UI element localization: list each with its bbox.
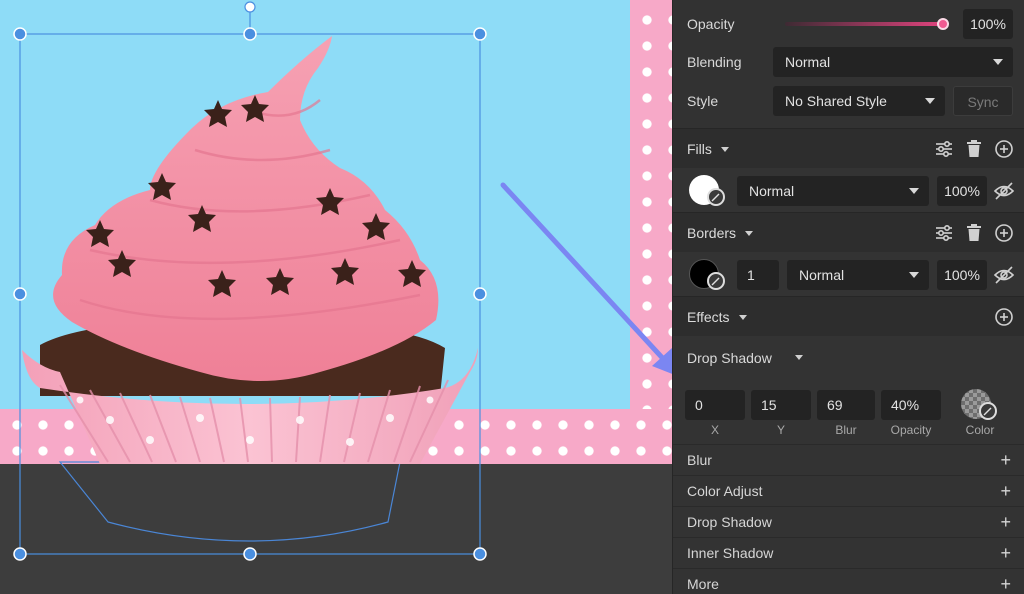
cupcake-image-layer[interactable] <box>0 0 672 594</box>
inspector-panel: Opacity 100% Blending Normal Style No Sh… <box>672 0 1024 594</box>
fill-blend-select[interactable]: Normal <box>737 176 929 206</box>
fill-row: Normal 100% <box>673 168 1024 212</box>
border-opacity-input[interactable]: 100% <box>937 260 987 290</box>
effect-item-color-adjust[interactable]: Color Adjust + <box>673 475 1024 506</box>
plus-icon[interactable]: + <box>1000 544 1011 562</box>
add-circle-icon[interactable] <box>993 138 1015 160</box>
settings-sliders-icon[interactable] <box>933 222 955 244</box>
plus-icon[interactable]: + <box>1000 575 1011 593</box>
eyedropper-icon[interactable] <box>979 402 997 420</box>
borders-title: Borders <box>687 225 737 241</box>
effect-item-inner-shadow[interactable]: Inner Shadow + <box>673 537 1024 568</box>
shared-style-value: No Shared Style <box>785 93 887 109</box>
plus-icon[interactable]: + <box>1000 482 1011 500</box>
resize-handle-right[interactable] <box>473 287 487 301</box>
shadow-x-caption: X <box>710 423 719 437</box>
effect-item-label: Drop Shadow <box>687 514 772 530</box>
resize-handle-left[interactable] <box>13 287 27 301</box>
drop-shadow-title: Drop Shadow <box>687 350 772 366</box>
shadow-x-input[interactable]: 0 <box>685 390 745 420</box>
eye-off-icon[interactable] <box>993 264 1015 286</box>
border-row: 1 Normal 100% <box>673 252 1024 296</box>
fills-title: Fills <box>687 141 712 157</box>
frosting <box>53 36 439 381</box>
shadow-y-input[interactable]: 15 <box>751 390 811 420</box>
settings-sliders-icon[interactable] <box>933 138 955 160</box>
border-width-input[interactable]: 1 <box>737 260 779 290</box>
effect-item-label: Inner Shadow <box>687 545 774 561</box>
drop-shadow-group: Drop Shadow 0 15 69 40% X Y Blur Opacity… <box>673 336 1024 444</box>
resize-handle-top-left[interactable] <box>13 27 27 41</box>
shadow-blur-input[interactable]: 69 <box>817 390 875 420</box>
effects-section-header[interactable]: Effects <box>673 296 1024 336</box>
add-circle-icon[interactable] <box>993 222 1015 244</box>
trash-icon[interactable] <box>963 138 985 160</box>
eye-off-icon[interactable] <box>993 180 1015 202</box>
chevron-down-icon <box>909 188 919 194</box>
add-circle-icon[interactable] <box>993 306 1015 328</box>
chevron-down-icon <box>925 98 935 104</box>
shadow-opacity-caption: Opacity <box>890 423 932 437</box>
resize-handle-top[interactable] <box>243 27 257 41</box>
shadow-blur-caption: Blur <box>835 423 857 437</box>
blending-select[interactable]: Normal <box>773 47 1013 77</box>
trash-icon[interactable] <box>963 222 985 244</box>
style-label: Style <box>687 93 719 109</box>
fill-opacity-input[interactable]: 100% <box>937 176 987 206</box>
border-blend-select[interactable]: Normal <box>787 260 929 290</box>
chevron-down-icon <box>909 272 919 278</box>
resize-handle-top-right[interactable] <box>473 27 487 41</box>
blending-value: Normal <box>785 54 831 70</box>
chevron-down-icon <box>993 59 1003 65</box>
effect-item-label: More <box>687 576 719 592</box>
effect-item-label: Color Adjust <box>687 483 763 499</box>
canvas[interactable] <box>0 0 672 594</box>
border-blend-value: Normal <box>799 267 845 283</box>
effect-item-blur[interactable]: Blur + <box>673 444 1024 475</box>
effect-item-label: Blur <box>687 452 712 468</box>
plus-icon[interactable]: + <box>1000 451 1011 469</box>
chevron-down-icon[interactable] <box>795 355 803 360</box>
resize-handle-bottom[interactable] <box>243 547 257 561</box>
borders-section-header[interactable]: Borders <box>673 212 1024 252</box>
effects-title: Effects <box>687 309 730 325</box>
resize-handle-bottom-left[interactable] <box>13 547 27 561</box>
opacity-slider[interactable] <box>785 18 949 30</box>
chevron-down-icon[interactable] <box>745 231 753 236</box>
fills-section-header[interactable]: Fills <box>673 128 1024 168</box>
eyedropper-icon[interactable] <box>707 188 725 206</box>
eyedropper-icon[interactable] <box>707 272 725 290</box>
effect-item-drop-shadow[interactable]: Drop Shadow + <box>673 506 1024 537</box>
sync-button[interactable]: Sync <box>953 86 1013 116</box>
opacity-slider-knob[interactable] <box>937 18 949 30</box>
plus-icon[interactable]: + <box>1000 513 1011 531</box>
shadow-opacity-input[interactable]: 40% <box>881 390 941 420</box>
opacity-value-input[interactable]: 100% <box>963 9 1013 39</box>
shared-style-select[interactable]: No Shared Style <box>773 86 945 116</box>
shadow-color-caption: Color <box>965 423 995 437</box>
blending-label: Blending <box>687 54 742 70</box>
shadow-y-caption: Y <box>776 423 785 437</box>
chevron-down-icon[interactable] <box>739 315 747 320</box>
chevron-down-icon[interactable] <box>721 147 729 152</box>
resize-handle-bottom-right[interactable] <box>473 547 487 561</box>
opacity-label: Opacity <box>687 16 735 32</box>
rotate-handle[interactable] <box>244 1 256 13</box>
fill-blend-value: Normal <box>749 183 795 199</box>
effect-item-more[interactable]: More + <box>673 568 1024 594</box>
shadow-outline <box>58 461 401 542</box>
